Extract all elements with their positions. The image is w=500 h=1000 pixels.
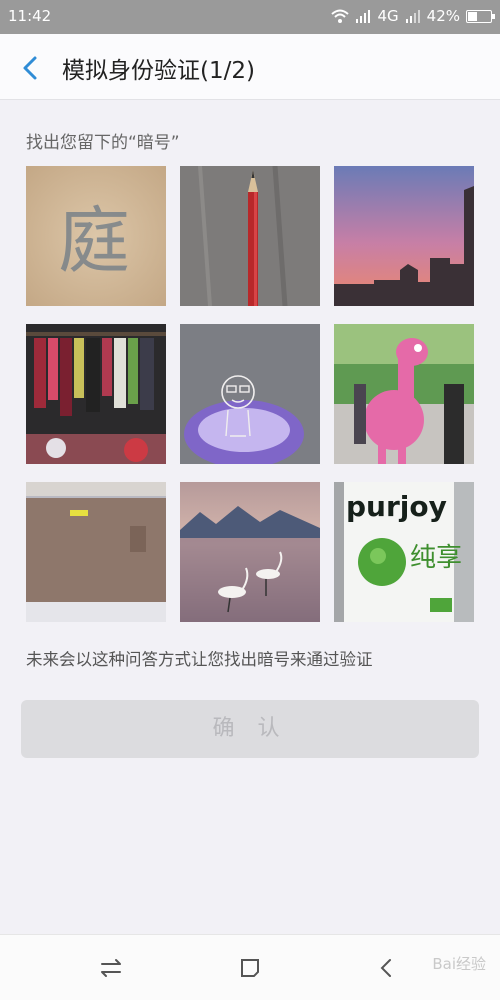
image-tile-3[interactable]	[334, 166, 474, 306]
wifi-icon	[331, 9, 350, 23]
back-icon[interactable]	[376, 955, 402, 981]
status-time: 11:42	[8, 7, 52, 25]
brand-text: purjoy	[346, 490, 447, 523]
watermark: Bai经验	[432, 955, 486, 973]
nav-bar: Bai经验	[0, 934, 500, 1000]
header: 模拟身份验证(1/2)	[0, 34, 500, 100]
image-tile-1[interactable]: 庭	[26, 166, 166, 306]
image-tile-4[interactable]	[26, 324, 166, 464]
home-icon[interactable]	[237, 955, 263, 981]
confirm-button[interactable]: 确 认	[21, 700, 479, 758]
image-label-1: 庭	[58, 199, 130, 283]
status-bar: 11:42 4G 42%	[0, 0, 500, 34]
hint-text: 未来会以这种问答方式让您找出暗号来通过验证	[26, 650, 373, 669]
image-tile-9[interactable]: purjoy 纯享	[334, 482, 474, 622]
image-tile-7[interactable]	[26, 482, 166, 622]
signal-icon-2	[405, 10, 420, 23]
image-tile-2[interactable]	[180, 166, 320, 306]
signal-icon	[356, 10, 371, 23]
battery-icon	[466, 9, 495, 23]
menu-icon[interactable]	[98, 955, 124, 981]
chevron-left-icon[interactable]	[18, 54, 44, 82]
image-tile-6[interactable]	[334, 324, 474, 464]
image-tile-5[interactable]	[180, 324, 320, 464]
page-title: 模拟身份验证(1/2)	[62, 58, 255, 84]
image-tile-8[interactable]	[180, 482, 320, 622]
network-type: 4G	[377, 7, 399, 25]
instruction-text: 找出您留下的“暗号”	[26, 133, 180, 153]
brand-text-cn: 纯享	[410, 543, 462, 573]
battery-percent: 42%	[426, 7, 460, 25]
